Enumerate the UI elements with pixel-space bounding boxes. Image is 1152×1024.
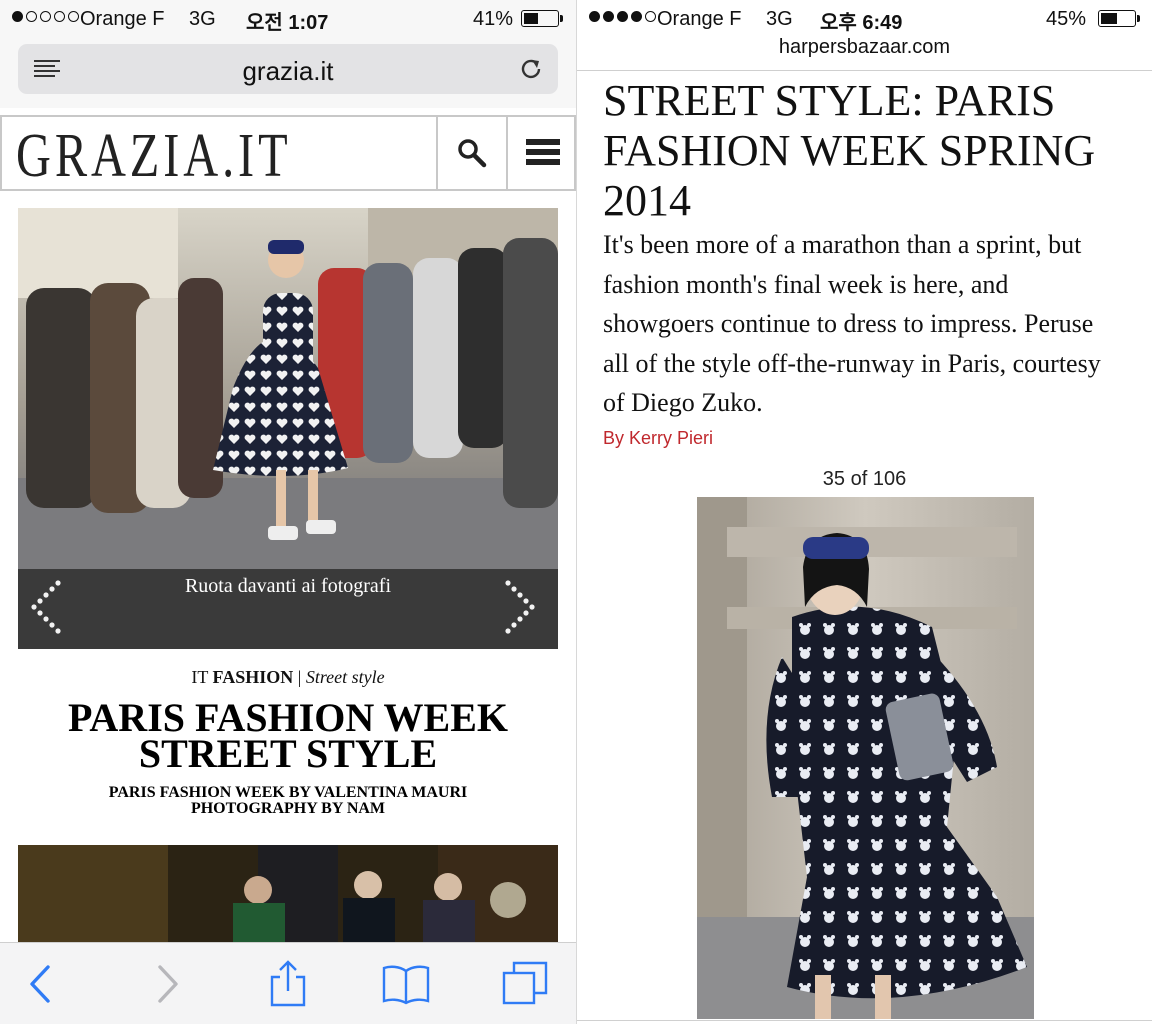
article-title: PARIS FASHION WEEK STREET STYLE xyxy=(0,698,576,776)
status-time: 오전 1:07 xyxy=(246,12,329,34)
header-divider xyxy=(577,70,1152,71)
address-bar[interactable]: grazia.it xyxy=(18,44,558,94)
signal-strength-icon xyxy=(589,11,656,22)
battery-percent: 41% xyxy=(473,8,514,30)
forward-icon[interactable] xyxy=(142,959,192,1009)
carrier-name: Orange F xyxy=(80,8,165,30)
url-domain: grazia.it xyxy=(242,56,334,86)
article-credit-line-2: PHOTOGRAPHY BY NAM xyxy=(190,800,386,817)
battery-icon xyxy=(1098,10,1140,27)
browser-toolbar xyxy=(0,942,576,1024)
street-style-photo xyxy=(18,208,558,570)
share-icon[interactable] xyxy=(263,959,313,1009)
signal-strength-icon xyxy=(12,11,79,22)
article-title: STREET STYLE: PARIS FASHION WEEK SPRING … xyxy=(603,76,1096,225)
network-type: 3G xyxy=(189,8,216,30)
next-photo[interactable] xyxy=(18,845,558,945)
slideshow-photo[interactable] xyxy=(18,208,558,570)
carrier-name: Orange F xyxy=(657,8,742,30)
section-category[interactable]: FASHION xyxy=(213,667,294,687)
menu-button[interactable] xyxy=(506,117,574,189)
bookmarks-icon[interactable] xyxy=(381,959,431,1009)
slideshow-photo[interactable] xyxy=(697,497,1034,1019)
network-type: 3G xyxy=(766,8,793,30)
article-credits: PARIS FASHION WEEK BY VALENTINA MAURI PH… xyxy=(0,785,576,817)
section-subcategory[interactable]: Street style xyxy=(306,667,385,687)
reload-icon[interactable] xyxy=(518,56,544,82)
next-slide-icon[interactable] xyxy=(502,579,542,639)
status-bar: Orange F 3G 오후 6:49 45% xyxy=(577,0,1152,38)
status-time: 오후 6:49 xyxy=(820,12,903,34)
harpersbazaar-screen: Orange F 3G 오후 6:49 45% harpersbazaar.co… xyxy=(576,0,1152,1024)
site-header: GRAZIA.IT xyxy=(0,115,576,191)
search-button[interactable] xyxy=(436,117,504,189)
article-byline[interactable]: By Kerry Pieri xyxy=(603,428,713,449)
browser-address-area: grazia.it xyxy=(0,38,576,108)
article-description: It's been more of a marathon than a spri… xyxy=(603,230,1101,417)
battery-percent: 45% xyxy=(1046,8,1087,30)
article-credit-line-1: PARIS FASHION WEEK BY VALENTINA MAURI xyxy=(108,784,468,801)
grazia-screen: Orange F 3G 오전 1:07 41% grazia.it GRAZIA… xyxy=(0,0,576,1024)
slide-counter: 35 of 106 xyxy=(822,468,907,490)
battery-icon xyxy=(521,10,563,27)
slideshow-caption: Ruota davanti ai fotografi xyxy=(184,575,392,597)
street-style-photo xyxy=(697,497,1034,1019)
bottom-divider xyxy=(577,1020,1152,1021)
article-section: IT FASHION | Street style xyxy=(0,667,576,688)
status-bar: Orange F 3G 오전 1:07 41% xyxy=(0,0,576,38)
collection-photo xyxy=(18,845,558,945)
section-separator: | xyxy=(297,667,302,687)
slideshow-caption-bar: Ruota davanti ai fotografi xyxy=(18,569,558,649)
tabs-icon[interactable] xyxy=(500,959,550,1009)
article-title-line-2: STREET STYLE xyxy=(138,731,438,776)
section-prefix: IT xyxy=(191,667,209,687)
site-logo[interactable]: GRAZIA.IT xyxy=(16,121,292,192)
search-icon xyxy=(458,139,487,168)
hamburger-menu-icon xyxy=(526,139,560,165)
url-domain[interactable]: harpersbazaar.com xyxy=(577,36,1152,59)
back-icon[interactable] xyxy=(22,959,72,1009)
